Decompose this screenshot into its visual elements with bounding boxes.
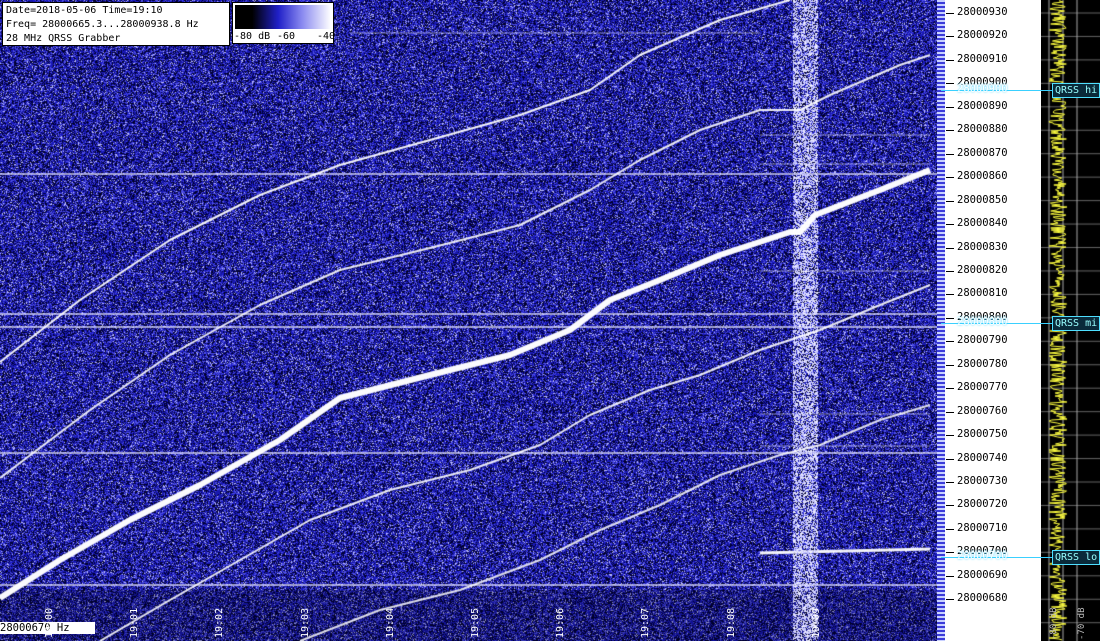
time-label: 19:09 — [811, 598, 825, 638]
marker-label[interactable]: QRSS hi — [1052, 83, 1100, 98]
frequency-label: 28000810 — [957, 287, 1008, 300]
frequency-label: 28000920 — [957, 29, 1008, 42]
frequency-label: 28000860 — [957, 170, 1008, 183]
frequency-label: 28000890 — [957, 99, 1008, 112]
frequency-tick — [946, 59, 954, 61]
frequency-tick — [946, 575, 954, 577]
time-label-text: 19:08 — [725, 607, 737, 638]
frequency-tick — [946, 106, 954, 108]
frequency-label: 28000730 — [957, 475, 1008, 487]
time-label-text: 19:07 — [640, 607, 652, 638]
time-label: 19:08 — [726, 598, 740, 638]
spectrum-axis-label-text: -70 dB — [1077, 607, 1087, 640]
frequency-tick — [946, 528, 954, 530]
frequency-tick — [946, 552, 954, 554]
db-scale-label-max: -40 — [317, 31, 336, 42]
time-label: 19:05 — [470, 598, 484, 638]
frequency-label: 28000740 — [957, 451, 1008, 464]
spectrum-axis-label-text: -80 dB — [1049, 607, 1059, 640]
time-label: 19:02 — [214, 598, 228, 638]
time-label: 19:06 — [555, 598, 569, 638]
frequency-label: 28000790 — [957, 334, 1008, 347]
frequency-label: 28000760 — [957, 404, 1008, 417]
db-scale-label-min: -80 dB — [234, 31, 271, 42]
time-label: 19:01 — [129, 598, 143, 638]
time-label: 19:04 — [385, 598, 399, 638]
time-label: 19:07 — [640, 598, 654, 638]
frequency-tick — [946, 270, 954, 272]
frequency-tick — [946, 364, 954, 366]
frequency-tick — [946, 458, 954, 460]
spectrum-axis-label: -80 dB — [1049, 600, 1061, 640]
time-label-text: 19:01 — [129, 607, 141, 638]
frequency-tick — [946, 388, 954, 390]
frequency-label: 28000850 — [957, 193, 1008, 206]
time-label-text: 19:09 — [810, 607, 822, 638]
time-label-text: 19:02 — [214, 607, 226, 638]
frequency-label: 28000930 — [957, 6, 1008, 18]
frequency-tick — [946, 505, 954, 507]
frequency-label: 28000910 — [957, 52, 1008, 65]
frequency-tick — [946, 294, 954, 296]
frequency-tick — [946, 317, 954, 319]
frequency-label: 28000820 — [957, 263, 1008, 276]
separator-strip — [937, 0, 945, 641]
frequency-tick — [946, 224, 954, 226]
frequency-label: 28000880 — [957, 123, 1008, 136]
time-label-text: 19:00 — [44, 607, 55, 638]
frequency-label: 28000680 — [957, 592, 1008, 605]
waterfall-display[interactable] — [0, 0, 940, 641]
spectrum-axis-label: -70 dB — [1077, 600, 1089, 640]
time-label-text: 19:03 — [299, 607, 311, 638]
frequency-label: 28000780 — [957, 357, 1008, 370]
marker-label[interactable]: QRSS lo — [1052, 550, 1100, 565]
time-label-text: 19:05 — [470, 607, 481, 638]
frequency-tick — [946, 153, 954, 155]
frequency-tick — [946, 482, 954, 483]
frequency-tick — [946, 83, 954, 85]
frequency-tick — [946, 130, 954, 132]
db-scale: -80 dB -60 -40 — [232, 2, 336, 44]
frequency-tick — [946, 247, 954, 249]
grabber-title: 28 MHz QRSS Grabber — [6, 33, 121, 44]
frequency-label: 28000830 — [957, 240, 1008, 253]
frequency-label: 28000770 — [957, 381, 1008, 394]
frequency-label: 28000840 — [957, 217, 1008, 230]
time-label-text: 19:06 — [555, 607, 567, 638]
frequency-tick — [946, 36, 954, 38]
frequency-tick — [946, 599, 954, 601]
info-box: Date=2018-05-06 Time=19:10 Freq= 2800066… — [2, 2, 230, 46]
frequency-tick — [946, 177, 954, 179]
frequency-label: 28000750 — [957, 428, 1008, 441]
date-time-line: Date=2018-05-06 Time=19:10 — [6, 5, 163, 16]
marker-frequency: 28000900 — [957, 83, 1008, 95]
frequency-tick — [946, 13, 954, 14]
frequency-tick — [946, 411, 954, 413]
db-scale-label-mid: -60 — [277, 31, 296, 42]
time-label-text: 19:04 — [384, 607, 396, 638]
marker-label[interactable]: QRSS mi — [1052, 316, 1100, 331]
frequency-tick — [946, 341, 954, 343]
frequency-label: 28000710 — [957, 521, 1008, 534]
frequency-label: 28000690 — [957, 568, 1008, 581]
marker-frequency: 28000800 — [957, 316, 1008, 328]
freq-range-line: Freq= 28000665.3...28000938.8 Hz — [6, 19, 199, 30]
frequency-label: 28000720 — [957, 498, 1008, 511]
time-label: 19:03 — [300, 598, 314, 638]
db-scale-gradient — [235, 5, 331, 29]
marker-frequency: 28000700 — [957, 550, 1008, 562]
frequency-tick — [946, 200, 954, 202]
frequency-tick — [946, 435, 954, 437]
time-label: 19:00 — [44, 598, 58, 638]
frequency-label: 28000870 — [957, 146, 1008, 159]
